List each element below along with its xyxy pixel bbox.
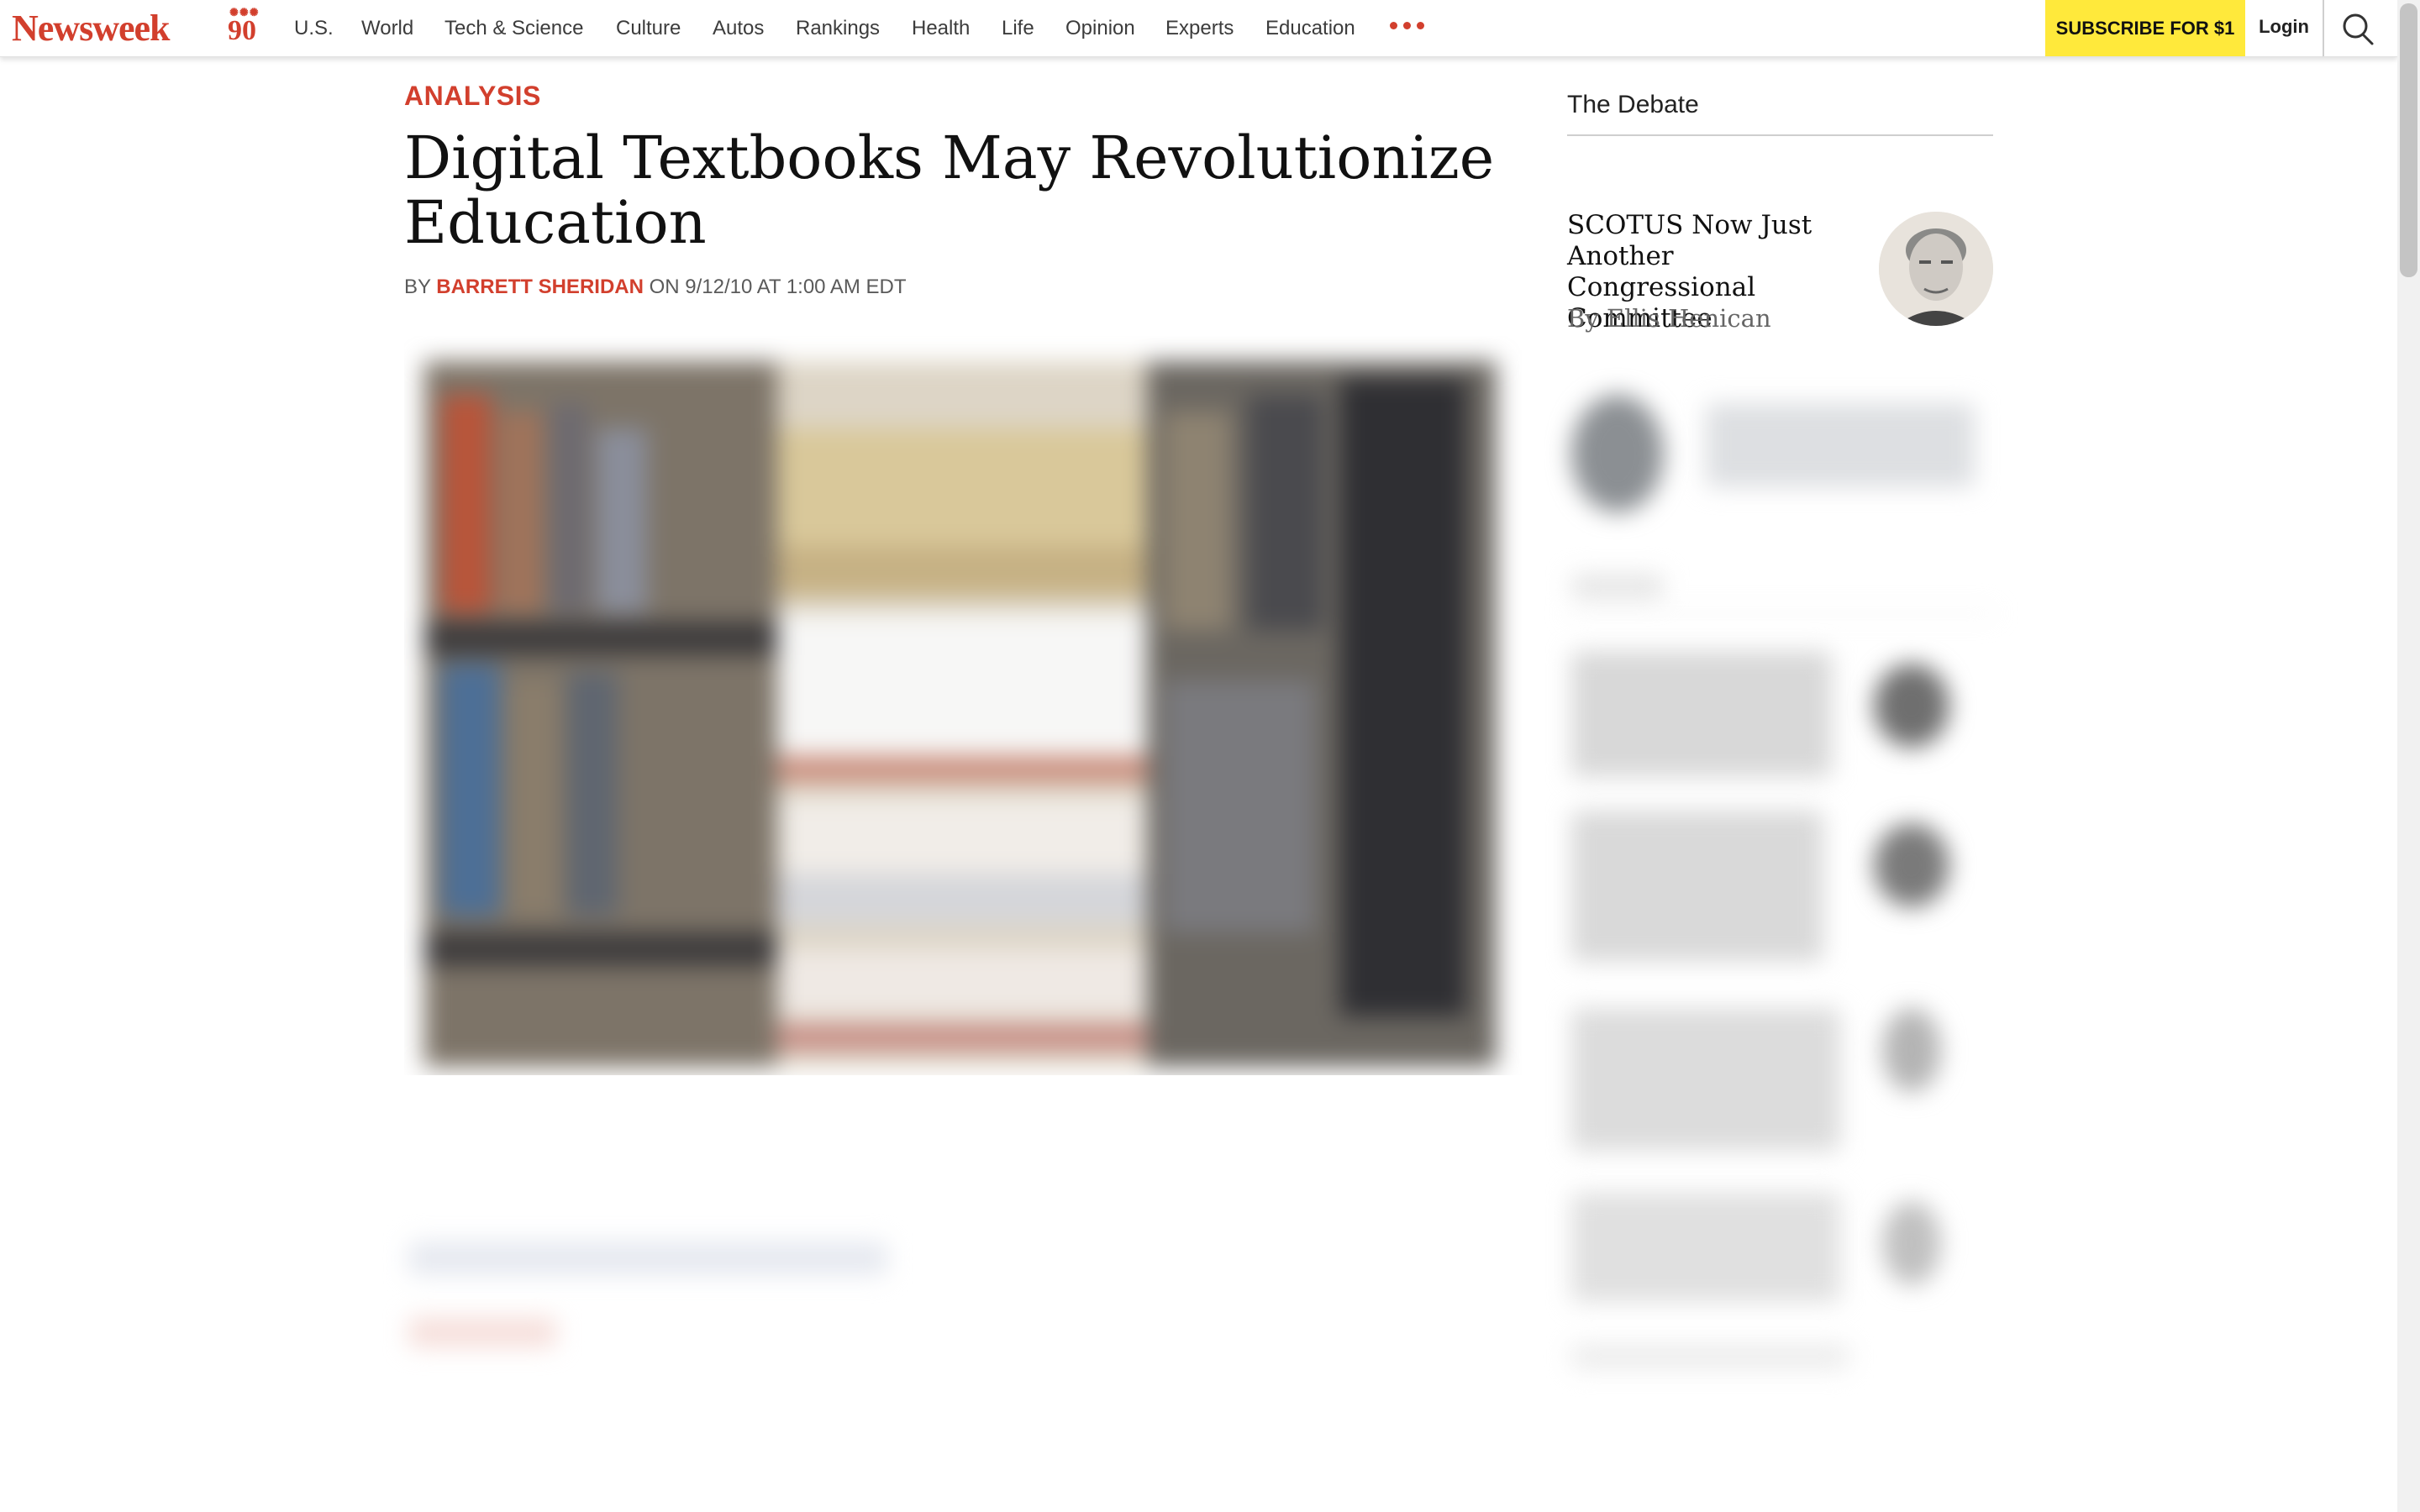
subscribe-button[interactable]: SUBSCRIBE FOR $1 xyxy=(2045,0,2245,56)
sidebar-blurred-item[interactable] xyxy=(1571,395,1664,512)
sidebar-blurred-item[interactable] xyxy=(1571,1008,1840,1151)
sidebar-blurred-item[interactable] xyxy=(1571,1193,1840,1302)
nav-item-culture[interactable]: Culture xyxy=(616,0,681,56)
featured-debate-author[interactable]: By Ellis Henican xyxy=(1567,304,1771,333)
nav-item-autos[interactable]: Autos xyxy=(713,0,764,56)
sidebar-section-title: The Debate xyxy=(1567,91,1699,118)
sidebar-blurred-item[interactable] xyxy=(1571,651,1832,777)
more-dots-icon[interactable] xyxy=(1390,15,1427,35)
nav-item-tech-science[interactable]: Tech & Science xyxy=(445,0,583,56)
sidebar-blurred-item[interactable] xyxy=(1571,811,1823,962)
article-headline: Digital Textbooks May Revolutionize Educ… xyxy=(404,123,1495,257)
newsweek-logo[interactable]: Newsweek xyxy=(12,5,171,52)
hero-image xyxy=(404,336,1522,1075)
byline-by: BY xyxy=(404,276,431,298)
top-navigation-bar: Newsweek ✺✺✺ 90 U.S. World Tech & Scienc… xyxy=(0,0,2397,57)
nav-item-rankings[interactable]: Rankings xyxy=(796,0,880,56)
badge-rays-icon: ✺✺✺ xyxy=(229,6,260,18)
scrollbar-thumb[interactable] xyxy=(2400,3,2417,277)
publish-date: ON 9/12/10 AT 1:00 AM EDT xyxy=(649,276,907,298)
anniversary-number: 90 xyxy=(228,15,256,46)
bookshelf-photo xyxy=(424,361,1497,1067)
topic-tag[interactable] xyxy=(408,1317,556,1347)
nav-item-experts[interactable]: Experts xyxy=(1165,0,1234,56)
author-link[interactable]: BARRETT SHERIDAN xyxy=(436,276,644,298)
share-bar[interactable] xyxy=(408,1242,887,1275)
author-avatar[interactable] xyxy=(1879,212,1993,326)
anniversary-badge: ✺✺✺ 90 xyxy=(222,6,262,47)
author-portrait-icon xyxy=(1879,212,1993,326)
search-button[interactable] xyxy=(2329,5,2388,52)
nav-item-health[interactable]: Health xyxy=(912,0,970,56)
nav-item-us[interactable]: U.S. xyxy=(294,0,334,56)
search-icon xyxy=(2343,13,2374,45)
section-divider xyxy=(1567,134,1993,136)
nav-item-opinion[interactable]: Opinion xyxy=(1065,0,1135,56)
nav-item-education[interactable]: Education xyxy=(1265,0,1355,56)
nav-item-life[interactable]: Life xyxy=(1002,0,1034,56)
article-kicker[interactable]: ANALYSIS xyxy=(404,81,541,112)
login-button[interactable]: Login xyxy=(2245,0,2324,56)
nav-item-world[interactable]: World xyxy=(361,0,413,56)
article-byline: BY BARRETT SHERIDAN ON 9/12/10 AT 1:00 A… xyxy=(404,276,907,299)
